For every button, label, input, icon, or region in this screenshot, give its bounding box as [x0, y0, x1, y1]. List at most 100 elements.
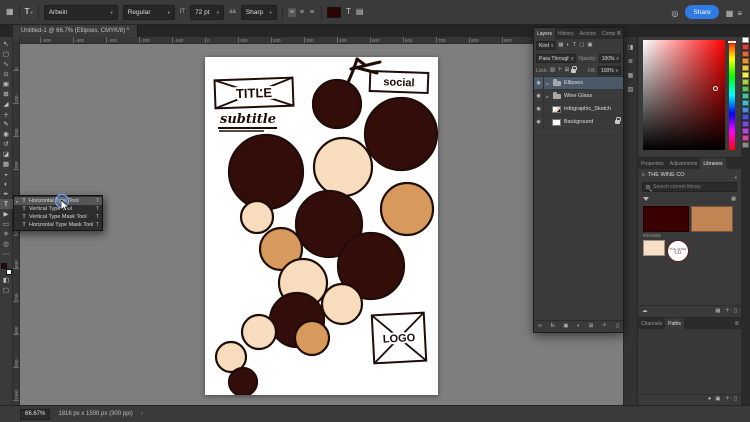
- share-button[interactable]: Share: [685, 5, 718, 19]
- visibility-eye-icon[interactable]: ◉: [534, 77, 544, 89]
- align-center-icon[interactable]: ≡: [298, 8, 306, 17]
- gradient-tool[interactable]: ▩: [0, 159, 13, 169]
- fill-select[interactable]: 100%: [598, 66, 621, 75]
- crop-tool[interactable]: ▣: [0, 79, 13, 89]
- pen-tool[interactable]: ✒: [0, 189, 13, 199]
- history-brush-tool[interactable]: ↺: [0, 139, 13, 149]
- new-path-icon[interactable]: ＋: [724, 397, 730, 403]
- visibility-eye-icon[interactable]: ◉: [534, 90, 544, 102]
- quick-mask-icon[interactable]: ◧: [0, 275, 13, 285]
- path-selection-tool[interactable]: ▶: [0, 209, 13, 219]
- tab-channels[interactable]: Channels: [638, 318, 665, 329]
- collapsed-panel-icon-4[interactable]: ▦: [628, 73, 634, 79]
- tab-history[interactable]: History: [555, 28, 577, 39]
- lock-all-icon[interactable]: [571, 69, 576, 73]
- library-color-dark[interactable]: [643, 206, 689, 232]
- dodge-tool[interactable]: ◐: [0, 179, 13, 189]
- edit-toolbar-icon[interactable]: ⋯: [0, 249, 13, 259]
- new-layer-icon[interactable]: ＋: [602, 324, 608, 330]
- swatch[interactable]: [742, 135, 749, 141]
- layer-row[interactable]: ◉Infographic_Sketch: [534, 103, 623, 116]
- home-icon[interactable]: ▦: [6, 8, 14, 16]
- tab-layers[interactable]: Layers: [534, 28, 555, 39]
- collapsed-panel-icon-5[interactable]: ▧: [628, 87, 634, 93]
- swatch[interactable]: [742, 107, 749, 113]
- library-grid-icon[interactable]: ▦: [715, 309, 720, 315]
- lock-transparent-icon[interactable]: ▨: [550, 68, 555, 74]
- filter-smart-icon[interactable]: ▣: [587, 43, 592, 49]
- tool-preset-icon[interactable]: T: [25, 8, 33, 16]
- document-tab[interactable]: Untitled-1 @ 66.7% (Ellipses, CMYK/8) *: [13, 25, 138, 37]
- lasso-tool[interactable]: ∿: [0, 59, 13, 69]
- layer-row[interactable]: ◉Background: [534, 116, 623, 129]
- eraser-tool[interactable]: ◪: [0, 149, 13, 159]
- font-family-select[interactable]: Arbein: [44, 5, 118, 20]
- swatch[interactable]: [742, 44, 749, 50]
- font-style-select[interactable]: Regular: [123, 5, 175, 20]
- library-menu-icon[interactable]: ≡: [642, 172, 645, 178]
- font-size-select[interactable]: 72 pt: [190, 5, 224, 20]
- flyout-item[interactable]: TVertical Type Mask ToolT: [14, 213, 102, 221]
- swatch[interactable]: [742, 51, 749, 57]
- toggle-panels-icon[interactable]: ▤: [356, 8, 364, 16]
- background-color-swatch[interactable]: [6, 269, 12, 275]
- swatch[interactable]: [742, 79, 749, 85]
- anti-alias-select[interactable]: Sharp: [241, 5, 277, 20]
- screen-mode-icon[interactable]: ▢: [0, 285, 13, 295]
- tab-actions[interactable]: Actions: [577, 28, 599, 39]
- swatch[interactable]: [742, 58, 749, 64]
- lock-artboard-icon[interactable]: ⊞: [565, 68, 570, 74]
- swatch[interactable]: [742, 128, 749, 134]
- adjustment-layer-icon[interactable]: ◐: [577, 324, 580, 330]
- collapsed-panel-icon-2[interactable]: ◨: [628, 45, 634, 51]
- link-layers-icon[interactable]: ∞: [538, 324, 542, 330]
- warp-text-icon[interactable]: T: [346, 8, 351, 16]
- new-group-icon[interactable]: ⊞: [589, 324, 594, 330]
- shape-tool[interactable]: ▭: [0, 219, 13, 229]
- library-search-input[interactable]: Search current library: [642, 182, 737, 192]
- library-logo-thumbnail[interactable]: THE WINE CO: [667, 240, 689, 262]
- load-path-selection-icon[interactable]: ●: [708, 397, 711, 403]
- filter-funnel-icon[interactable]: [643, 197, 649, 201]
- swatch[interactable]: [742, 142, 749, 148]
- tab-adjustments[interactable]: Adjustments: [667, 158, 701, 169]
- color-marker[interactable]: [713, 86, 718, 91]
- layer-row[interactable]: ◉▸Ellipses: [534, 77, 623, 90]
- move-tool[interactable]: ↖: [0, 39, 13, 49]
- type-tool[interactable]: T: [0, 199, 13, 209]
- search-icon[interactable]: ◎: [671, 9, 678, 18]
- artboard[interactable]: TITLETITLEsocialLOGOLOGOsubtitle: [205, 57, 438, 395]
- group-twirl-icon[interactable]: ▸: [544, 94, 551, 99]
- library-view-icon[interactable]: ▦: [731, 196, 736, 202]
- layer-row[interactable]: ◉▸Wine Glass: [534, 90, 623, 103]
- lock-position-icon[interactable]: ＋: [557, 68, 563, 74]
- swatch[interactable]: [742, 65, 749, 71]
- blend-mode-select[interactable]: Pass Through: [536, 54, 576, 63]
- brush-tool[interactable]: ✎: [0, 119, 13, 129]
- ruler-corner[interactable]: [13, 37, 20, 44]
- mask-from-path-icon[interactable]: ▣: [715, 397, 720, 403]
- zoom-level-input[interactable]: 66.67%: [20, 409, 50, 420]
- tab-libraries[interactable]: Libraries: [700, 158, 725, 169]
- swatch[interactable]: [742, 121, 749, 127]
- layout-grid-icon[interactable]: ▦: [726, 9, 734, 18]
- swatch[interactable]: [742, 93, 749, 99]
- eyedropper-tool[interactable]: ◢: [0, 99, 13, 109]
- tab-paths[interactable]: Paths: [665, 318, 684, 329]
- saturation-brightness-field[interactable]: [643, 40, 725, 150]
- tab-comps[interactable]: Comps: [599, 28, 615, 39]
- collapsed-panel-icon-3[interactable]: ≣: [628, 59, 633, 65]
- visibility-eye-icon[interactable]: ◉: [534, 116, 544, 128]
- delete-path-icon[interactable]: ▯: [734, 397, 737, 403]
- group-twirl-icon[interactable]: ▸: [544, 81, 551, 86]
- filter-adjustment-icon[interactable]: ◐: [566, 43, 569, 49]
- delete-library-item-icon[interactable]: ▯: [734, 309, 737, 315]
- layer-mask-icon[interactable]: ▣: [563, 324, 568, 330]
- zoom-tool[interactable]: ◎: [0, 239, 13, 249]
- library-selector[interactable]: ≡ THE WINE CO: [638, 169, 741, 181]
- library-color-cream[interactable]: [643, 240, 665, 256]
- hue-slider[interactable]: [729, 40, 735, 150]
- panel-menu-icon[interactable]: [615, 28, 623, 39]
- status-chevron-icon[interactable]: ›: [141, 411, 143, 417]
- text-color-swatch[interactable]: [327, 7, 341, 18]
